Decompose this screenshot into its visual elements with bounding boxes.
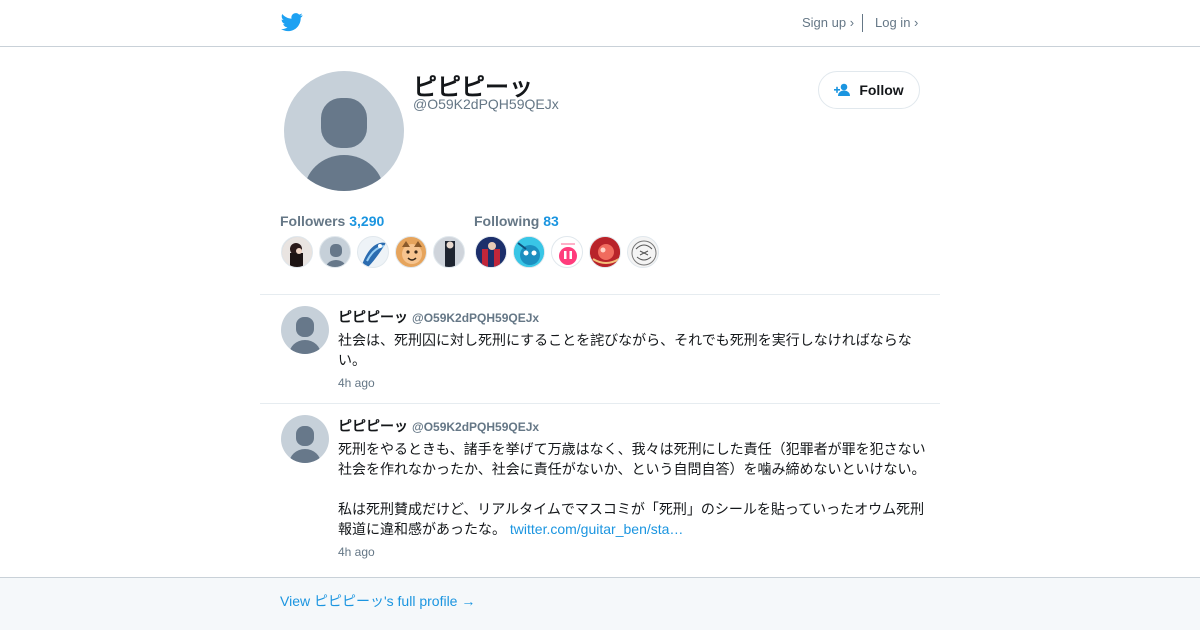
full-profile-link[interactable]: View ピピピーッ's full profile → [280, 591, 475, 611]
profile-handle: @O59K2dPQH59QEJx [413, 96, 559, 112]
add-user-icon [834, 83, 851, 96]
top-bar: Sign up › Log in › [0, 0, 1200, 47]
footer-bar: View ピピピーッ's full profile → [0, 577, 1200, 630]
default-avatar-icon [304, 98, 384, 191]
tweet-text: 死刑をやるときも、諸手を挙げて万歳はなく、我々は死刑にした責任（犯罪者が罪を犯さ… [338, 439, 930, 539]
following-label: Following [474, 213, 540, 229]
tweet-author-handle: @O59K2dPQH59QEJx [412, 420, 540, 434]
followers-stat[interactable]: Followers 3,290 [280, 213, 384, 229]
tweet-avatar[interactable] [281, 306, 329, 354]
sign-up-link[interactable]: Sign up › [802, 15, 854, 30]
follower-avatar[interactable] [433, 236, 465, 268]
tweet-link[interactable]: twitter.com/guitar_ben/sta… [510, 521, 684, 537]
following-count: 83 [543, 213, 559, 229]
following-avatar[interactable] [589, 236, 621, 268]
header-divider [862, 14, 863, 32]
tweet-timestamp[interactable]: 4h ago [338, 545, 375, 559]
tweet-author[interactable]: ピピピーッ @O59K2dPQH59QEJx [338, 307, 539, 327]
tweet-divider [260, 403, 940, 404]
follow-button[interactable]: Follow [818, 71, 920, 109]
tweet-author-handle: @O59K2dPQH59QEJx [412, 311, 540, 325]
tweet-author-name: ピピピーッ [338, 309, 408, 325]
follower-avatar[interactable] [319, 236, 351, 268]
tweet-text: 社会は、死刑囚に対し死刑にすることを詫びながら、それでも死刑を実行しなければなら… [338, 332, 912, 368]
follower-avatar[interactable] [281, 236, 313, 268]
following-avatar[interactable] [627, 236, 659, 268]
twitter-bird-icon[interactable] [280, 11, 304, 33]
following-avatar[interactable] [513, 236, 545, 268]
followers-count: 3,290 [349, 213, 385, 229]
follower-avatar[interactable] [357, 236, 389, 268]
followers-label: Followers [280, 213, 346, 229]
following-avatar[interactable] [475, 236, 507, 268]
profile-avatar[interactable] [284, 71, 404, 191]
follow-button-label: Follow [859, 82, 904, 98]
following-stat[interactable]: Following 83 [474, 213, 559, 229]
tweet-author-name: ピピピーッ [338, 418, 408, 434]
tweet-avatar[interactable] [281, 415, 329, 463]
tweet-timestamp[interactable]: 4h ago [338, 376, 375, 390]
tweet-author[interactable]: ピピピーッ @O59K2dPQH59QEJx [338, 416, 539, 436]
follower-avatar[interactable] [395, 236, 427, 268]
log-in-link[interactable]: Log in › [875, 15, 918, 30]
following-avatar[interactable] [551, 236, 583, 268]
timeline-divider [260, 294, 940, 295]
